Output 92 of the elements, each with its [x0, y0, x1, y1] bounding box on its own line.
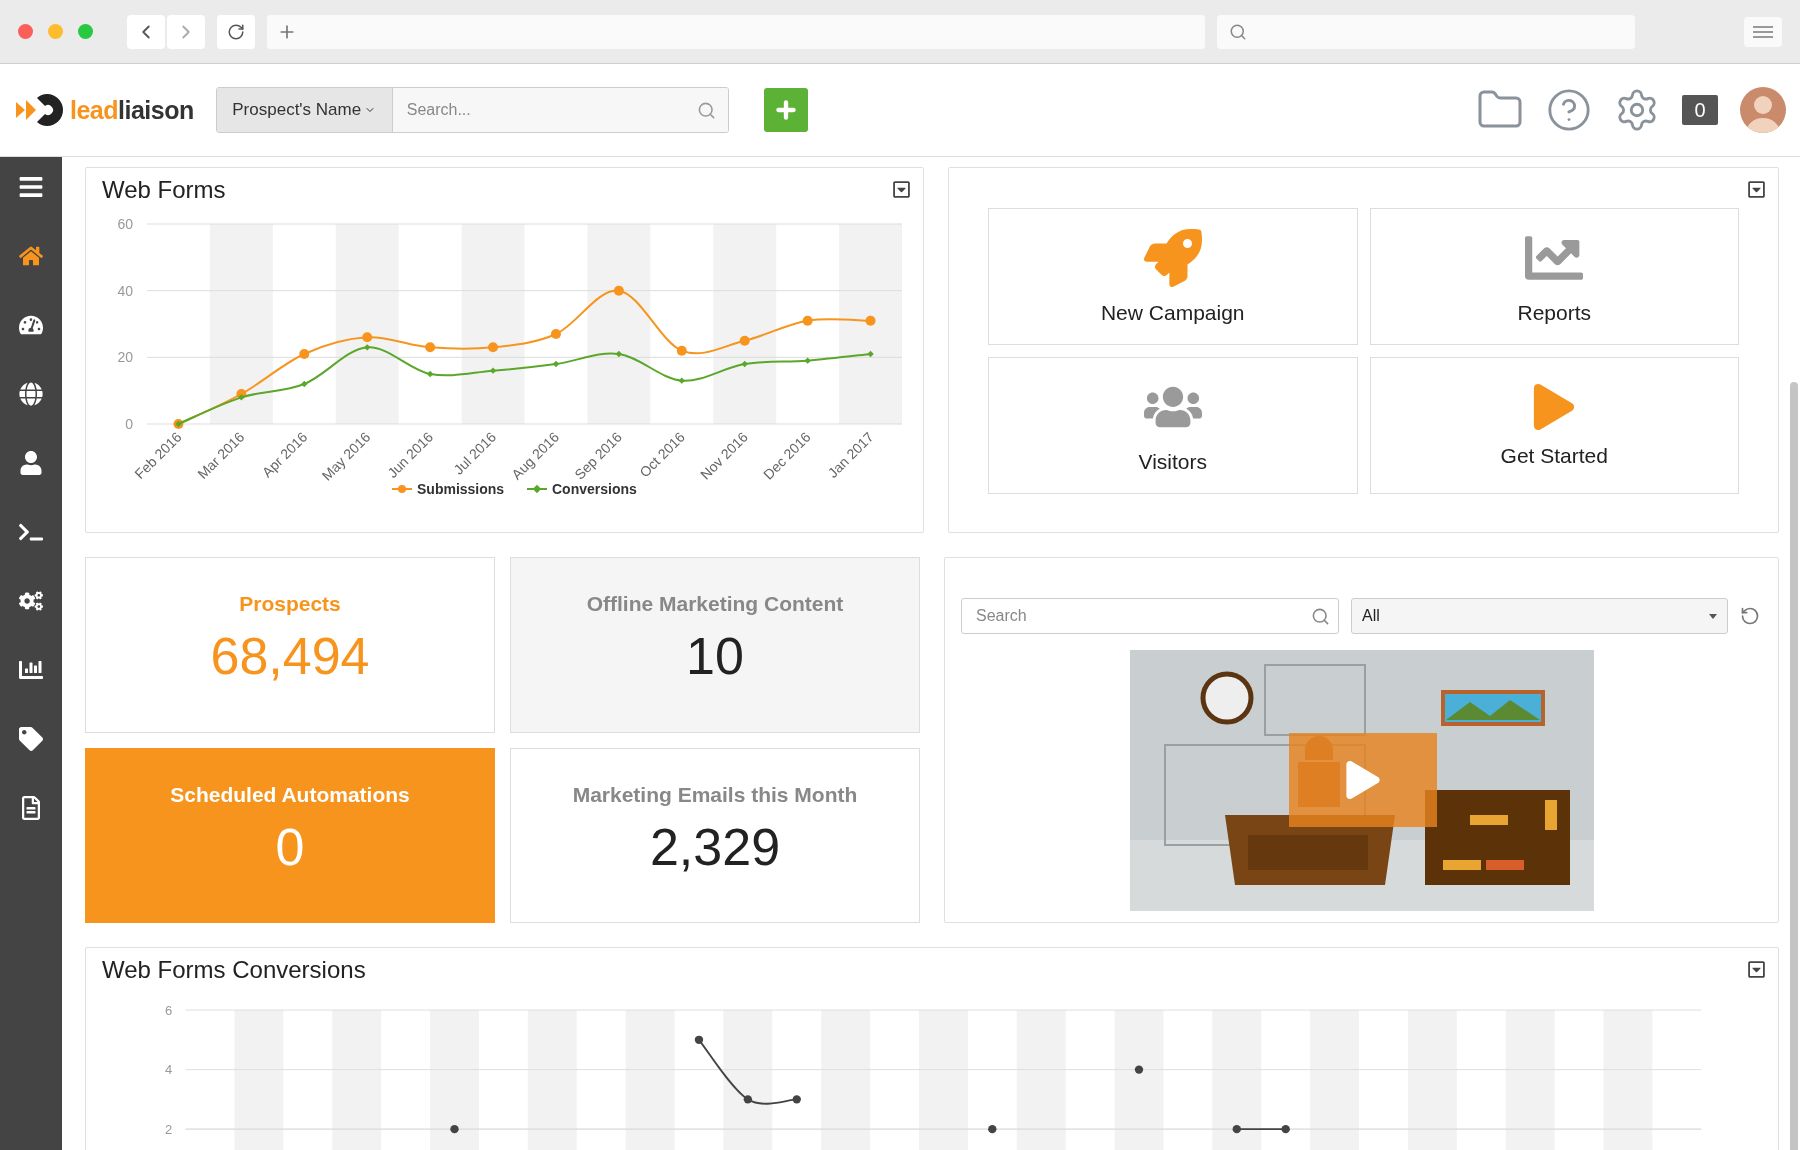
stat-value: 2,329 [649, 816, 781, 877]
stat-card[interactable]: Offline Marketing Content 10 [510, 557, 920, 733]
data-point [741, 360, 748, 368]
stat-value: 10 [686, 626, 744, 686]
rocket-icon [1143, 228, 1202, 287]
axis-label: 0 [125, 416, 133, 432]
stat-value: 0 [275, 816, 305, 877]
scrollbar-thumb[interactable] [1790, 382, 1798, 1150]
collapse-button[interactable] [892, 180, 911, 199]
sidebar-item[interactable] [18, 381, 44, 407]
data-point [739, 335, 750, 346]
data-point [792, 1095, 801, 1104]
data-point [988, 1124, 997, 1134]
search-input[interactable]: Search [974, 606, 1311, 626]
quick-link-tile[interactable]: New Campaign [988, 208, 1358, 345]
search-icon [1229, 22, 1247, 41]
sidebar-item[interactable] [18, 726, 44, 752]
data-point [301, 380, 308, 388]
quick-link-tile[interactable]: Visitors [988, 357, 1358, 494]
sidebar-item[interactable] [18, 450, 44, 476]
data-point [613, 285, 624, 296]
data-point [550, 329, 561, 339]
user-avatar[interactable] [1740, 87, 1786, 133]
help-icon[interactable] [1546, 87, 1592, 133]
data-point [694, 1035, 704, 1044]
speedometer-icon [19, 313, 43, 337]
play-icon [1343, 761, 1382, 799]
reload-button[interactable] [217, 14, 255, 49]
globe-icon [19, 382, 43, 406]
data-point [867, 350, 874, 358]
data-point [450, 1124, 459, 1134]
video-filter-dropdown[interactable]: All [1351, 598, 1728, 634]
legend-item[interactable]: Submissions [391, 481, 505, 497]
data-point [802, 315, 813, 326]
axis-label: 4 [165, 1062, 173, 1078]
video-search-field[interactable]: Search [961, 598, 1339, 634]
back-button[interactable] [127, 14, 165, 49]
panel-title: Web Forms Conversions [102, 956, 366, 984]
logo-text: leadliaison [70, 95, 194, 125]
data-point [1232, 1124, 1241, 1134]
stat-card[interactable]: Marketing Emails this Month 2,329 [510, 747, 920, 923]
data-point [299, 349, 310, 359]
add-button[interactable] [763, 88, 808, 132]
data-point [676, 345, 687, 356]
data-point [1134, 1065, 1144, 1074]
notification-count[interactable]: 0 [1682, 95, 1718, 125]
panel-title: Web Forms [102, 176, 226, 204]
legend-label: Conversions [552, 481, 638, 497]
browser-search-field[interactable] [1217, 14, 1635, 49]
stat-label: Offline Marketing Content [586, 592, 844, 616]
menu-icon[interactable] [18, 174, 44, 200]
close-window-button[interactable] [18, 24, 33, 39]
tag-icon [19, 727, 43, 751]
data-point [678, 377, 685, 384]
data-point [865, 315, 876, 326]
data-point [488, 342, 499, 353]
stat-label: Scheduled Automations [170, 782, 410, 807]
quick-link-tile[interactable]: Get Started [1369, 357, 1739, 494]
data-point [426, 370, 434, 378]
caret-icon [1709, 613, 1717, 619]
quick-link-tile[interactable]: Reports [1369, 208, 1739, 345]
stat-label: Prospects [239, 592, 341, 616]
document-icon [19, 796, 43, 820]
stat-value: 68,494 [210, 626, 370, 686]
data-point [804, 357, 811, 364]
axis-label: 40 [117, 282, 133, 299]
collapse-button[interactable] [1747, 960, 1766, 979]
refresh-icon[interactable] [1740, 606, 1760, 626]
axis-label: 60 [117, 216, 133, 232]
data-point [489, 367, 497, 374]
browser-menu-button[interactable] [1744, 16, 1782, 47]
data-point [552, 360, 560, 368]
user-icon [19, 451, 43, 475]
data-point [425, 342, 436, 353]
data-point [743, 1095, 753, 1104]
bar-chart-icon [19, 658, 43, 682]
home-icon [19, 244, 43, 268]
legend-label: Submissions [417, 481, 505, 497]
reload-icon [227, 22, 245, 41]
legend-item[interactable]: Conversions [526, 481, 637, 497]
data-point [1281, 1124, 1290, 1134]
sidebar-item[interactable] [18, 588, 44, 614]
axis-label: 2 [165, 1121, 173, 1137]
axis-label: 6 [165, 1002, 173, 1018]
search-icon [1311, 606, 1330, 626]
play-button[interactable] [1288, 733, 1437, 827]
collapse-button[interactable] [1747, 180, 1766, 199]
gears-icon [19, 589, 43, 613]
axis-label: 20 [117, 349, 133, 366]
stat-label: Marketing Emails this Month [572, 782, 858, 807]
data-point [615, 350, 623, 358]
logo-icon [16, 93, 64, 127]
